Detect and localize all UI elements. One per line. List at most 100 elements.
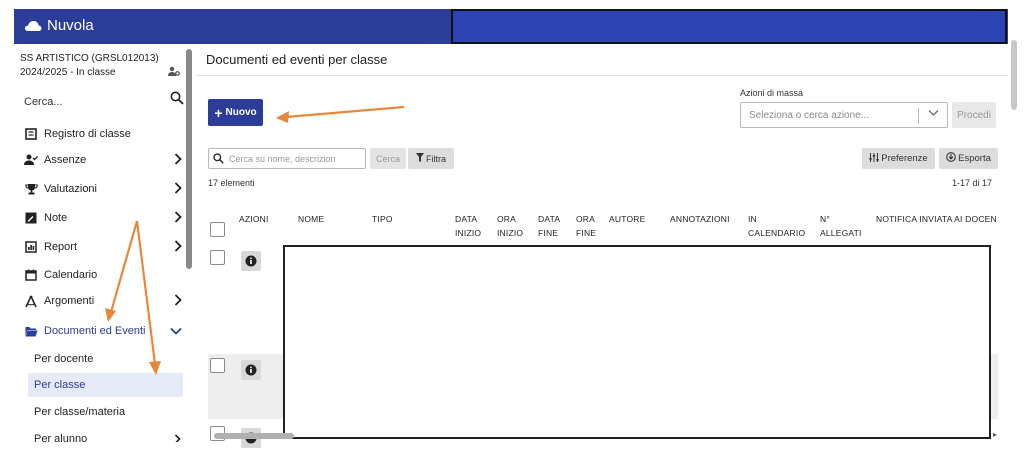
submenu-per-docente[interactable]: Per docente [28, 347, 183, 371]
preferences-button[interactable]: Preferenze [862, 148, 935, 169]
sidebar-item-argomenti[interactable]: Argomenti [24, 290, 182, 312]
export-button[interactable]: Esporta [939, 148, 998, 169]
chevron-right-icon [174, 294, 182, 309]
sliders-icon [869, 152, 879, 165]
chevron-right-icon [174, 211, 182, 226]
col-header-notifica[interactable]: NOTIFICA INVIATA AI DOCEN [876, 212, 997, 226]
sidebar-item-label: Calendario [44, 269, 98, 281]
chevron-right-icon [174, 182, 182, 197]
sidebar-item-label: Report [44, 241, 78, 253]
scroll-right-icon[interactable]: ▸ [993, 430, 997, 439]
info-icon[interactable] [241, 360, 261, 380]
mass-actions-select[interactable]: Seleziona o cerca azione... [740, 102, 948, 128]
school-year: 2024/2025 - In classe [20, 67, 116, 78]
redacted-area [283, 245, 991, 439]
col-header-tipo[interactable]: TIPO [372, 212, 393, 226]
sidebar-search[interactable]: Cerca... [24, 91, 184, 110]
col-header-ora-inizio[interactable]: ORA INIZIO [497, 212, 523, 240]
submenu-label: Per alunno [34, 433, 88, 442]
col-header-azioni[interactable]: AZIONI [239, 212, 269, 226]
sidebar-item-calendario[interactable]: Calendario [24, 264, 182, 286]
sidebar-scrollbar[interactable] [186, 49, 192, 269]
search-input[interactable]: Cerca su nome, descrizion [208, 148, 366, 169]
app-name: Nuvola [47, 17, 94, 34]
col-header-data-inizio[interactable]: DATA INIZIO [455, 212, 481, 240]
calendar-icon [24, 268, 38, 282]
chevron-down-icon[interactable] [170, 326, 182, 338]
filter-icon [416, 153, 424, 164]
new-button-label: Nuovo [225, 107, 257, 118]
col-header-data-fine[interactable]: DATA FINE [538, 212, 560, 240]
report-icon [24, 240, 38, 254]
cloud-icon [24, 20, 42, 31]
trophy-icon [24, 182, 38, 196]
row-checkbox[interactable] [210, 250, 225, 265]
sidebar-item-label: Note [44, 212, 68, 224]
sidebar-item-report[interactable]: Report [24, 236, 182, 258]
book-icon [24, 127, 38, 141]
sidebar-item-valutazioni[interactable]: Valutazioni [24, 178, 182, 200]
mass-actions-placeholder: Seleziona o cerca azione... [749, 110, 870, 121]
col-header-nome[interactable]: NOME [298, 212, 324, 226]
main-panel: Documenti ed eventi per classe + Nuovo A… [196, 44, 1008, 448]
sidebar: SS ARTISTICO (GRSL012013) 2024/2025 - In… [14, 44, 194, 442]
row-checkbox[interactable] [210, 358, 225, 373]
page-scrollbar[interactable] [1011, 40, 1017, 110]
compass-icon [24, 294, 38, 308]
submenu-label: Per classe/materia [34, 406, 126, 418]
submenu-per-alunno[interactable]: Per alunno [28, 427, 183, 442]
divider [918, 108, 919, 124]
filter-button[interactable]: Filtra [408, 148, 454, 169]
items-count: 17 elementi [208, 178, 255, 188]
preferences-label: Preferenze [881, 153, 928, 164]
school-name: SS ARTISTICO (GRSL012013) [20, 53, 159, 64]
chevron-right-icon [174, 153, 182, 168]
folder-open-icon [24, 324, 38, 338]
app-brand[interactable]: Nuvola [24, 17, 94, 34]
horizontal-scrollbar[interactable] [214, 433, 294, 439]
note-icon [24, 211, 38, 225]
col-header-ora-fine[interactable]: ORA FINE [576, 212, 596, 240]
chevron-right-icon [174, 434, 181, 442]
search-icon[interactable] [170, 91, 184, 110]
select-all-checkbox[interactable] [210, 222, 225, 237]
search-button[interactable]: Cerca [370, 148, 406, 169]
sidebar-item-label: Registro di classe [44, 128, 131, 140]
user-settings-icon[interactable] [168, 66, 180, 80]
col-header-annotazioni[interactable]: ANNOTAZIONI [670, 212, 730, 226]
search-icon [213, 153, 224, 166]
plus-icon: + [214, 104, 223, 121]
user-check-icon [24, 153, 38, 167]
sidebar-item-label: Assenze [44, 154, 87, 166]
school-info: SS ARTISTICO (GRSL012013) 2024/2025 - In… [20, 52, 159, 80]
divider [196, 75, 1008, 76]
sidebar-item-registro[interactable]: Registro di classe [24, 123, 182, 145]
col-header-autore[interactable]: AUTORE [609, 212, 645, 226]
filter-button-label: Filtra [426, 153, 446, 164]
col-header-allegati[interactable]: N° ALLEGATI [820, 212, 862, 240]
sidebar-item-note[interactable]: Note [24, 207, 182, 229]
sidebar-item-label: Valutazioni [44, 183, 97, 195]
chevron-right-icon [174, 240, 182, 255]
col-header-in-calendario[interactable]: IN CALENDARIO [748, 212, 805, 240]
search-placeholder: Cerca su nome, descrizion [229, 154, 336, 164]
submenu-per-classe-materia[interactable]: Per classe/materia [28, 400, 183, 424]
new-button[interactable]: + Nuovo [208, 99, 263, 126]
redacted-area [451, 9, 1007, 44]
page-title: Documenti ed eventi per classe [206, 52, 388, 67]
top-bar: Nuvola [14, 9, 1008, 44]
pagination-range: 1-17 di 17 [952, 178, 993, 188]
chevron-down-icon[interactable] [928, 109, 939, 120]
sidebar-item-label: Documenti ed Eventi [44, 325, 146, 337]
download-icon [946, 152, 956, 165]
submenu-label: Per docente [34, 353, 94, 365]
sidebar-item-documenti-eventi[interactable]: Documenti ed Eventi [24, 320, 182, 342]
sidebar-item-assenze[interactable]: Assenze [24, 149, 182, 171]
submenu-label: Per classe [34, 379, 86, 391]
info-icon[interactable] [241, 251, 261, 271]
proceed-button[interactable]: Procedi [952, 102, 996, 128]
mass-actions-label: Azioni di massa [740, 88, 804, 98]
sidebar-search-label: Cerca... [24, 96, 63, 108]
export-label: Esporta [958, 153, 991, 164]
submenu-per-classe[interactable]: Per classe [28, 373, 183, 397]
